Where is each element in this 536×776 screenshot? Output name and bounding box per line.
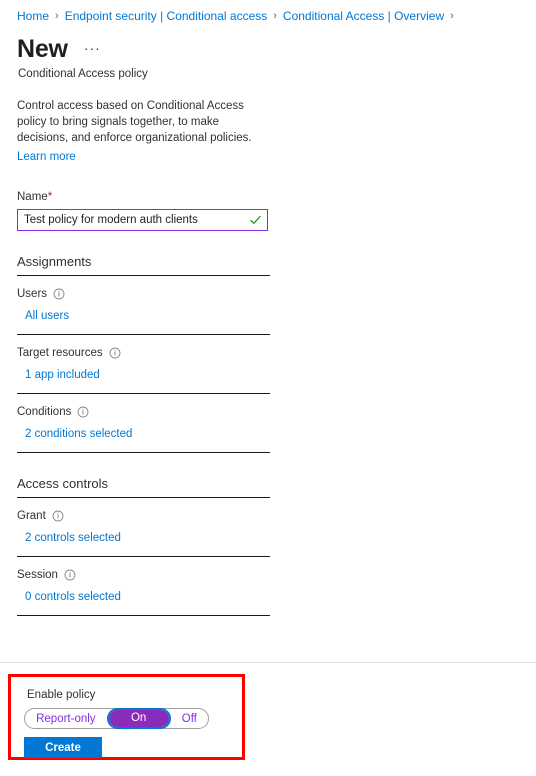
section-divider <box>17 497 270 498</box>
create-button[interactable]: Create <box>24 737 102 758</box>
required-marker: * <box>47 191 53 203</box>
row-divider <box>17 334 270 335</box>
name-label-text: Name <box>17 191 48 203</box>
field-value-target-resources[interactable]: 1 app included <box>25 367 270 383</box>
field-label-conditions-text: Conditions <box>17 406 72 418</box>
field-value-grant[interactable]: 2 controls selected <box>25 530 270 546</box>
name-input[interactable] <box>18 210 267 230</box>
field-value-users[interactable]: All users <box>25 308 270 324</box>
page-header: New ··· <box>0 24 536 64</box>
breadcrumb-separator-trailing: › <box>450 10 454 22</box>
enable-policy-toggle-group[interactable]: Report-only On Off <box>24 708 209 729</box>
breadcrumb: Home › Endpoint security | Conditional a… <box>0 0 536 24</box>
info-icon[interactable] <box>109 347 121 359</box>
more-options-icon[interactable]: ··· <box>84 41 101 55</box>
info-icon[interactable] <box>64 569 76 581</box>
breadcrumb-item-home[interactable]: Home <box>17 8 49 24</box>
section-divider <box>17 275 270 276</box>
row-divider <box>17 556 270 557</box>
info-icon[interactable] <box>53 288 65 300</box>
breadcrumb-separator: › <box>273 10 277 22</box>
page-subtitle: Conditional Access policy <box>18 68 148 80</box>
row-divider <box>17 452 270 453</box>
breadcrumb-item-conditional-access-overview[interactable]: Conditional Access | Overview <box>283 8 444 24</box>
enable-policy-highlight-box: Enable policy Report-only On Off Create <box>8 674 245 760</box>
field-label-session: Session <box>17 567 270 583</box>
field-label-conditions: Conditions <box>17 404 270 420</box>
name-input-wrapper[interactable] <box>17 209 268 231</box>
section-heading-assignments: Assignments <box>17 254 92 269</box>
field-label-target-resources: Target resources <box>17 345 270 361</box>
info-icon[interactable] <box>77 406 89 418</box>
page-title: New <box>17 35 68 63</box>
field-label-users-text: Users <box>17 288 48 300</box>
breadcrumb-item-endpoint-security[interactable]: Endpoint security | Conditional access <box>65 8 268 24</box>
field-label-grant: Grant <box>17 508 270 524</box>
footer-divider <box>0 662 536 663</box>
toggle-option-on[interactable]: On <box>106 708 171 729</box>
field-label-session-text: Session <box>17 569 58 581</box>
field-label-users: Users <box>17 286 270 302</box>
intro-text: Control access based on Conditional Acce… <box>17 100 252 144</box>
policy-form: Control access based on Conditional Acce… <box>17 98 270 616</box>
field-value-session[interactable]: 0 controls selected <box>25 589 270 605</box>
row-divider <box>17 615 270 616</box>
name-label: Name* <box>17 189 270 205</box>
learn-more-link[interactable]: Learn more <box>17 149 76 165</box>
info-icon[interactable] <box>52 510 64 522</box>
row-divider <box>17 393 270 394</box>
field-label-grant-text: Grant <box>17 510 46 522</box>
enable-policy-label: Enable policy <box>27 689 96 701</box>
toggle-option-report-only[interactable]: Report-only <box>25 711 107 727</box>
toggle-option-off[interactable]: Off <box>171 711 208 727</box>
field-label-target-resources-text: Target resources <box>17 347 103 359</box>
field-value-conditions[interactable]: 2 conditions selected <box>25 426 270 442</box>
breadcrumb-separator: › <box>55 10 59 22</box>
section-heading-access-controls: Access controls <box>17 476 109 491</box>
